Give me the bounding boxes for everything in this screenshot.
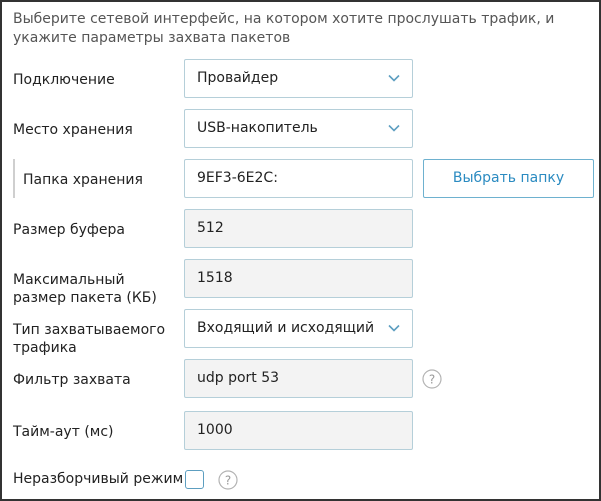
folder-input[interactable]: 9EF3-6E2C: (184, 159, 413, 198)
filter-value: udp port 53 (197, 370, 280, 386)
buffer-input[interactable]: 512 (184, 209, 413, 248)
choose-folder-button[interactable]: Выбрать папку (423, 159, 594, 198)
buffer-label: Размер буфера (13, 222, 125, 238)
connection-value: Провайдер (197, 70, 279, 86)
indent-bar (13, 159, 15, 198)
svg-text:?: ? (225, 474, 231, 488)
capture-settings-panel: Выберите сетевой интерфейс, на котором х… (0, 0, 601, 501)
timeout-value: 1000 (197, 422, 233, 438)
connection-label: Подключение (13, 72, 115, 88)
storage-value: USB-накопитель (197, 120, 318, 136)
storage-select[interactable]: USB-накопитель (184, 109, 413, 148)
folder-label: Папка хранения (23, 172, 143, 188)
filter-input[interactable]: udp port 53 (184, 359, 413, 398)
buffer-value: 512 (197, 220, 224, 236)
timeout-label: Тайм-аут (мс) (13, 424, 114, 440)
chevron-down-icon (388, 324, 400, 332)
packet-size-input[interactable]: 1518 (184, 259, 413, 298)
help-icon[interactable]: ? (422, 369, 442, 389)
description-text: Выберите сетевой интерфейс, на котором х… (13, 11, 555, 46)
promiscuous-label: Неразборчивый режим (13, 471, 184, 487)
packet-size-value: 1518 (197, 270, 233, 286)
chevron-down-icon (388, 74, 400, 82)
chevron-down-icon (388, 124, 400, 132)
filter-label: Фильтр захвата (13, 372, 131, 388)
connection-select[interactable]: Провайдер (184, 59, 413, 98)
traffic-type-label: Тип захватываемого трафика (13, 322, 166, 356)
promiscuous-checkbox[interactable] (185, 470, 204, 489)
storage-label: Место хранения (13, 122, 133, 138)
traffic-type-select[interactable]: Входящий и исходящий (184, 309, 413, 348)
help-icon[interactable]: ? (218, 470, 238, 490)
svg-text:?: ? (429, 373, 435, 387)
timeout-input[interactable]: 1000 (184, 411, 413, 450)
folder-value: 9EF3-6E2C: (197, 170, 278, 186)
traffic-type-value: Входящий и исходящий (197, 320, 375, 336)
packet-size-label: Максимальный размер пакета (КБ) (13, 272, 157, 306)
